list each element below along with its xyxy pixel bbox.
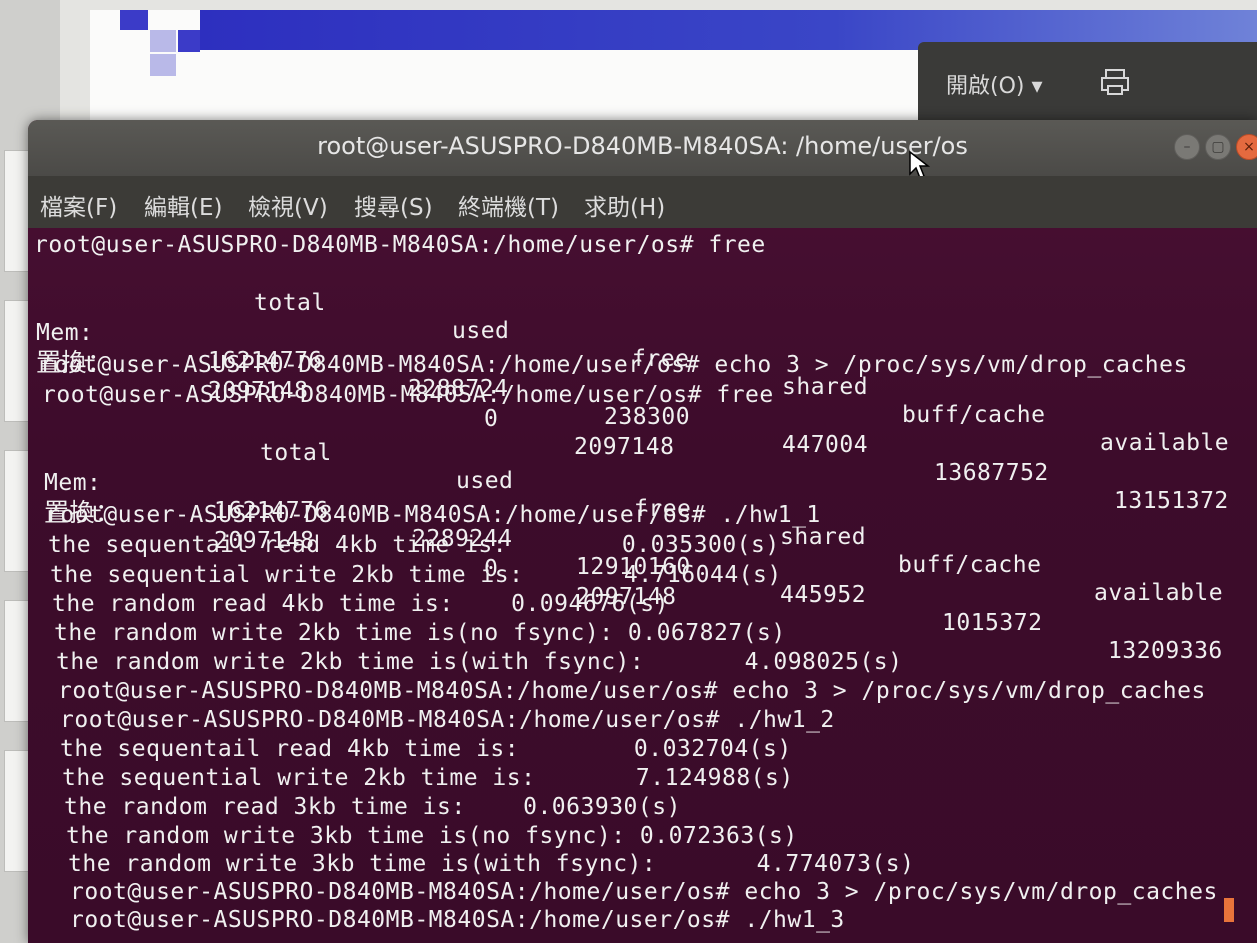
output-line: the random write 3kb time is(no fsync): … — [66, 823, 798, 849]
command-text: echo 3 > /proc/sys/vm/drop_caches — [714, 352, 1188, 378]
prompt: root@user-ASUSPRO-D840MB-M840SA:/home/us… — [70, 907, 730, 933]
command-text: free — [716, 382, 774, 408]
menu-help[interactable]: 求助(H) — [584, 188, 665, 222]
free-swap-row: 置換： 2097148 0 2097148 — [28, 471, 1257, 611]
value-cell: 13209336 — [1108, 638, 1223, 664]
prompt: root@user-ASUSPRO-D840MB-M840SA:/home/us… — [40, 352, 700, 378]
command-text: echo 3 > /proc/sys/vm/drop_caches — [732, 678, 1206, 704]
output-line: the random read 4kb time is: 0.094676(s) — [52, 591, 669, 617]
command-line: root@user-ASUSPRO-D840MB-M840SA:/home/us… — [42, 381, 774, 409]
free-swap-row: 置換： 2097148 0 2097148 — [28, 321, 1257, 461]
terminal-titlebar[interactable]: root@user-ASUSPRO-D840MB-M840SA: /home/u… — [28, 120, 1257, 180]
command-text: ./hw1_1 — [720, 502, 821, 528]
terminal-menubar: 檔案(F) 編輯(E) 檢視(V) 搜尋(S) 終端機(T) 求助(H) — [28, 176, 1257, 228]
prompt: root@user-ASUSPRO-D840MB-M840SA:/home/us… — [60, 707, 720, 733]
terminal-window: root@user-ASUSPRO-D840MB-M840SA: /home/u… — [28, 120, 1257, 943]
command-line: root@user-ASUSPRO-D840MB-M840SA:/home/us… — [46, 501, 821, 529]
maximize-button[interactable]: ▢ — [1205, 134, 1231, 160]
menu-view[interactable]: 檢視(V) — [248, 188, 328, 222]
menu-edit[interactable]: 編輯(E) — [144, 188, 222, 222]
column-header: buff/cache — [898, 552, 1042, 578]
command-line: root@user-ASUSPRO-D840MB-M840SA:/home/us… — [60, 706, 835, 734]
output-line: the random write 3kb time is(with fsync)… — [68, 851, 915, 877]
output-line: the sequential write 2kb time is: 4.7160… — [50, 562, 782, 588]
command-line: root@user-ASUSPRO-D840MB-M840SA:/home/us… — [70, 906, 845, 934]
text-cursor — [1224, 898, 1234, 922]
command-line: root@user-ASUSPRO-D840MB-M840SA:/home/us… — [34, 231, 766, 259]
slide-decoration — [150, 54, 176, 76]
window-title: root@user-ASUSPRO-D840MB-M840SA: /home/u… — [317, 132, 968, 160]
command-line: root@user-ASUSPRO-D840MB-M840SA:/home/us… — [40, 351, 1188, 379]
close-button[interactable]: × — [1236, 134, 1257, 160]
free-header-row: total used free shared buff/cache availa… — [28, 261, 1257, 456]
free-header-row: total used free shared buff/cache availa… — [28, 411, 1257, 606]
prompt: root@user-ASUSPRO-D840MB-M840SA:/home/us… — [58, 678, 718, 704]
value-cell: 1015372 — [942, 610, 1043, 636]
output-line: the sequentail read 4kb time is: 0.03530… — [48, 532, 780, 558]
command-text: echo 3 > /proc/sys/vm/drop_caches — [744, 879, 1218, 905]
output-line: the sequentail read 4kb time is: 0.03270… — [60, 736, 792, 762]
output-line: the sequential write 2kb time is: 7.1249… — [62, 765, 794, 791]
command-text: free — [708, 232, 766, 258]
value-cell: 445952 — [780, 582, 867, 608]
free-mem-row: Mem: 16214776 2289244 12910160 445952 10… — [28, 441, 1257, 664]
command-text: ./hw1_2 — [734, 707, 835, 733]
prompt: root@user-ASUSPRO-D840MB-M840SA:/home/us… — [34, 232, 694, 258]
open-button[interactable]: 開啟(O) ▾ — [946, 68, 1043, 100]
minimize-button[interactable]: – — [1174, 134, 1200, 160]
menu-terminal[interactable]: 終端機(T) — [458, 188, 559, 222]
column-header: available — [1094, 580, 1224, 606]
slide-decoration — [120, 10, 148, 30]
prompt: root@user-ASUSPRO-D840MB-M840SA:/home/us… — [46, 502, 706, 528]
output-line: the random write 2kb time is(with fsync)… — [56, 649, 903, 675]
slide-decoration — [178, 30, 200, 52]
print-icon[interactable] — [1100, 68, 1130, 96]
prompt: root@user-ASUSPRO-D840MB-M840SA:/home/us… — [42, 382, 702, 408]
output-line: the random write 2kb time is(no fsync): … — [54, 620, 786, 646]
menu-search[interactable]: 搜尋(S) — [354, 188, 433, 222]
command-line: root@user-ASUSPRO-D840MB-M840SA:/home/us… — [58, 677, 1206, 705]
slide-decoration — [150, 30, 176, 52]
prompt: root@user-ASUSPRO-D840MB-M840SA:/home/us… — [70, 879, 730, 905]
free-mem-row: Mem: 16214776 2288724 238300 447004 1368… — [28, 291, 1257, 514]
output-line: the random read 3kb time is: 0.063930(s) — [64, 794, 681, 820]
menu-file[interactable]: 檔案(F) — [40, 188, 117, 222]
command-line: root@user-ASUSPRO-D840MB-M840SA:/home/us… — [70, 878, 1218, 906]
terminal-output[interactable]: root@user-ASUSPRO-D840MB-M840SA:/home/us… — [28, 228, 1257, 943]
command-text: ./hw1_3 — [744, 907, 845, 933]
